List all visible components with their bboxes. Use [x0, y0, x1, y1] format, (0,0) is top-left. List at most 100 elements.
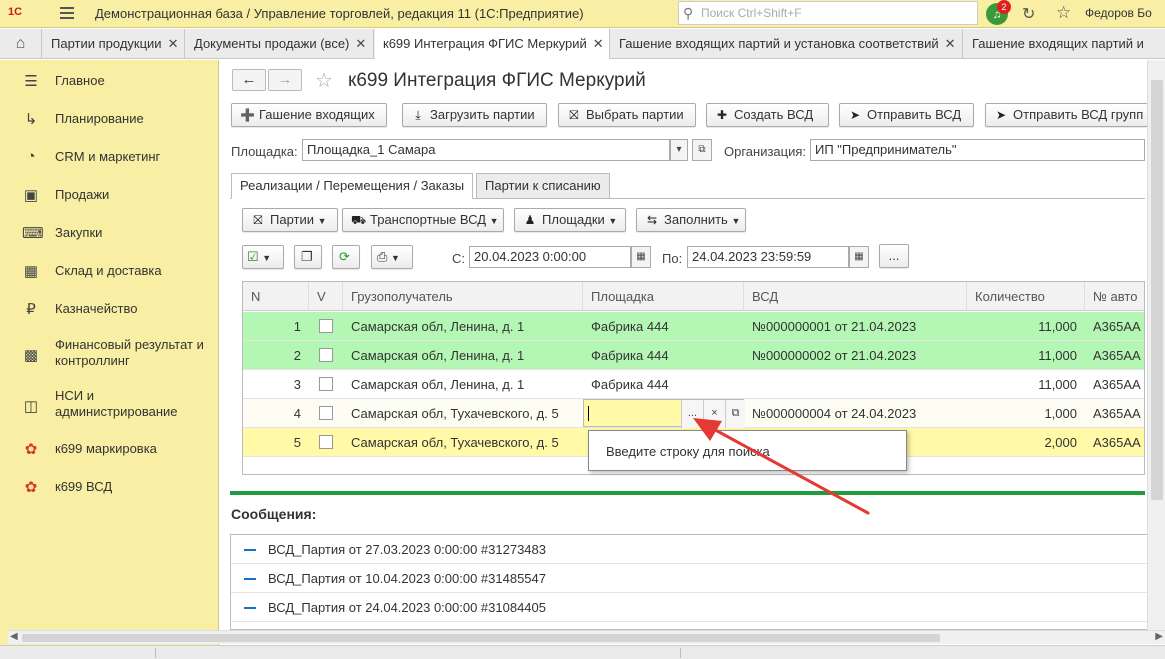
- arrow-left-icon[interactable]: ←: [232, 69, 266, 91]
- check-all-dropdown-button[interactable]: ☑ ▼: [242, 245, 284, 269]
- sidebar-item-planning[interactable]: ↳ Планирование: [0, 110, 219, 130]
- period-from-field[interactable]: 20.04.2023 0:00:00: [469, 246, 631, 268]
- sidebar-item-main[interactable]: ☰ Главное: [0, 72, 219, 92]
- vertical-scrollbar[interactable]: [1147, 60, 1165, 630]
- sidebar-item-k699-marking[interactable]: ✿ к699 маркировка: [0, 440, 219, 460]
- tab-incoming-batches[interactable]: Гашение входящих партий и: [964, 29, 1165, 58]
- horizontal-scrollbar[interactable]: ◀ ▶: [8, 630, 1165, 644]
- row-checkbox[interactable]: [319, 377, 333, 391]
- table-row[interactable]: 2 Самарская обл, Ленина, д. 1 Фабрика 44…: [243, 341, 1144, 370]
- sidebar-item-financial-result[interactable]: ▩ Финансовый результат и контроллинг: [0, 336, 219, 372]
- tab-sales-documents[interactable]: Документы продажи (все) ✕: [186, 29, 374, 58]
- notification-count-badge: 2: [997, 0, 1011, 14]
- message-item[interactable]: ВСД_Партия от 27.03.2023 0:00:00 #312734…: [231, 535, 1154, 564]
- close-icon[interactable]: ✕: [355, 36, 366, 51]
- favorites-star-icon[interactable]: ☆: [1056, 3, 1071, 23]
- message-item[interactable]: ВСД_Партия от 24.04.2023 0:00:00 #310844…: [231, 593, 1154, 622]
- send-vsd-button[interactable]: ➤ Отправить ВСД: [839, 103, 974, 127]
- copy-button[interactable]: ❐: [294, 245, 322, 269]
- menu-icon[interactable]: [60, 7, 74, 19]
- column-header-quantity[interactable]: Количество: [967, 282, 1085, 311]
- chevron-down-icon: ▼: [731, 216, 741, 226]
- sidebar-item-crm[interactable]: ◔ CRM и маркетинг: [0, 148, 219, 168]
- table-row[interactable]: 1 Самарская обл, Ленина, д. 1 Фабрика 44…: [243, 312, 1144, 341]
- table-row-selected[interactable]: 4 Самарская обл, Тухачевского, д. 5 ... …: [243, 399, 1144, 428]
- column-header-vsd[interactable]: ВСД: [744, 282, 967, 311]
- button-label: Загрузить партии: [430, 107, 535, 122]
- tab-batches-to-write-off[interactable]: Партии к списанию: [476, 173, 610, 199]
- table-row[interactable]: 3 Самарская обл, Ленина, д. 1 Фабрика 44…: [243, 370, 1144, 399]
- row-checkbox[interactable]: [319, 406, 333, 420]
- add-to-favorites-star-icon[interactable]: ☆: [315, 68, 333, 93]
- search-placeholder: Поиск Ctrl+Shift+F: [701, 6, 802, 20]
- close-icon[interactable]: ✕: [168, 36, 179, 51]
- chevron-down-icon[interactable]: ▾: [670, 139, 688, 161]
- tab-sales-transfers-orders[interactable]: Реализации / Перемещения / Заказы: [231, 173, 474, 199]
- tab-incoming-batches-matching[interactable]: Гашение входящих партий и установка соот…: [611, 29, 963, 58]
- row-checkbox[interactable]: [319, 348, 333, 362]
- clear-icon[interactable]: ×: [703, 400, 725, 428]
- site-field[interactable]: Площадка_1 Самара: [302, 139, 670, 161]
- tab-mercury-integration[interactable]: к699 Интеграция ФГИС Меркурий ✕: [375, 29, 610, 59]
- checkbox-list-icon: ☑: [247, 249, 259, 264]
- select-period-button[interactable]: ...: [879, 244, 909, 268]
- cell-consignee: Самарская обл, Ленина, д. 1: [351, 348, 525, 363]
- global-search-input[interactable]: ⚲ Поиск Ctrl+Shift+F: [678, 1, 978, 25]
- chart-icon: ▩: [23, 347, 39, 364]
- period-to-field[interactable]: 24.04.2023 23:59:59: [687, 246, 849, 268]
- sidebar-item-treasury[interactable]: ₽ Казначейство: [0, 300, 219, 320]
- refresh-button[interactable]: ⟳: [332, 245, 360, 269]
- column-header-n[interactable]: N: [243, 282, 309, 311]
- close-icon[interactable]: ✕: [593, 36, 604, 51]
- calendar-icon[interactable]: ▦: [631, 246, 651, 268]
- close-incoming-button[interactable]: ➕ Гашение входящих: [231, 103, 387, 127]
- select-batches-button[interactable]: ⛝ Выбрать партии: [558, 103, 696, 127]
- column-header-consignee[interactable]: Грузополучатель: [343, 282, 583, 311]
- open-icon[interactable]: ⧉: [725, 400, 745, 428]
- button-label: Выбрать партии: [586, 107, 684, 122]
- app-logo[interactable]: 1С: [8, 6, 22, 25]
- history-icon[interactable]: ↻: [1022, 4, 1035, 24]
- home-icon[interactable]: ⌂: [0, 29, 42, 58]
- user-name[interactable]: Федоров Бо: [1085, 6, 1152, 20]
- site-cell-editor[interactable]: ... × ⧉: [583, 399, 745, 428]
- period-to-label: По:: [662, 251, 683, 266]
- sidebar-item-nsi-admin[interactable]: ◫ НСИ и администрирование: [0, 387, 219, 423]
- sites-dropdown-button[interactable]: ♟ Площадки ▼: [514, 208, 626, 232]
- organization-field[interactable]: ИП "Предприниматель": [810, 139, 1145, 161]
- column-header-v[interactable]: V: [309, 282, 343, 311]
- sidebar: ☰ Главное ↳ Планирование ◔ CRM и маркетинг …: [0, 60, 219, 659]
- row-checkbox[interactable]: [319, 319, 333, 333]
- print-dropdown-button[interactable]: ⎙ ▼: [371, 245, 413, 269]
- batches-dropdown-button[interactable]: ⛝ Партии ▼: [242, 208, 338, 232]
- column-header-site[interactable]: Площадка: [583, 282, 744, 311]
- calendar-icon[interactable]: ▦: [849, 246, 869, 268]
- select-button[interactable]: ...: [681, 400, 703, 428]
- chevron-down-icon: ▼: [608, 216, 618, 226]
- column-header-vehicle-number[interactable]: № авто: [1085, 282, 1144, 311]
- scroll-thumb[interactable]: [22, 634, 940, 642]
- send-vsd-group-button[interactable]: ➤ Отправить ВСД групп: [985, 103, 1148, 127]
- fill-dropdown-button[interactable]: ⇆ Заполнить ▼: [636, 208, 746, 232]
- open-icon[interactable]: ⧉: [692, 139, 712, 161]
- main-content: ← → ☆ к699 Интеграция ФГИС Меркурий ➕ Гаш…: [220, 60, 1165, 630]
- scroll-right-icon[interactable]: ▶: [1155, 631, 1163, 642]
- sidebar-item-sales[interactable]: ▣ Продажи: [0, 186, 219, 206]
- scroll-left-icon[interactable]: ◀: [10, 631, 18, 642]
- sidebar-item-label: Главное: [55, 73, 105, 88]
- row-checkbox[interactable]: [319, 435, 333, 449]
- transport-vsd-dropdown-button[interactable]: ⛟ Транспортные ВСД ▼: [342, 208, 504, 232]
- button-label: Партии: [270, 212, 314, 227]
- plus-icon: ➕: [240, 108, 255, 122]
- scroll-thumb[interactable]: [1151, 80, 1163, 500]
- tab-batches[interactable]: Партии продукции ✕: [43, 29, 185, 58]
- sidebar-item-k699-vsd[interactable]: ✿ к699 ВСД: [0, 478, 219, 498]
- close-icon[interactable]: ✕: [945, 36, 956, 51]
- message-item[interactable]: ВСД_Партия от 10.04.2023 0:00:00 #314855…: [231, 564, 1154, 593]
- sidebar-item-warehouse[interactable]: ▦ Склад и доставка: [0, 262, 219, 282]
- tab-label: Партии продукции: [51, 36, 162, 51]
- create-vsd-button[interactable]: ✚ Создать ВСД: [706, 103, 829, 127]
- sidebar-item-purchases[interactable]: ⌨ Закупки: [0, 224, 219, 244]
- load-batches-button[interactable]: ⤓ Загрузить партии: [402, 103, 547, 127]
- arrow-right-icon[interactable]: →: [268, 69, 302, 91]
